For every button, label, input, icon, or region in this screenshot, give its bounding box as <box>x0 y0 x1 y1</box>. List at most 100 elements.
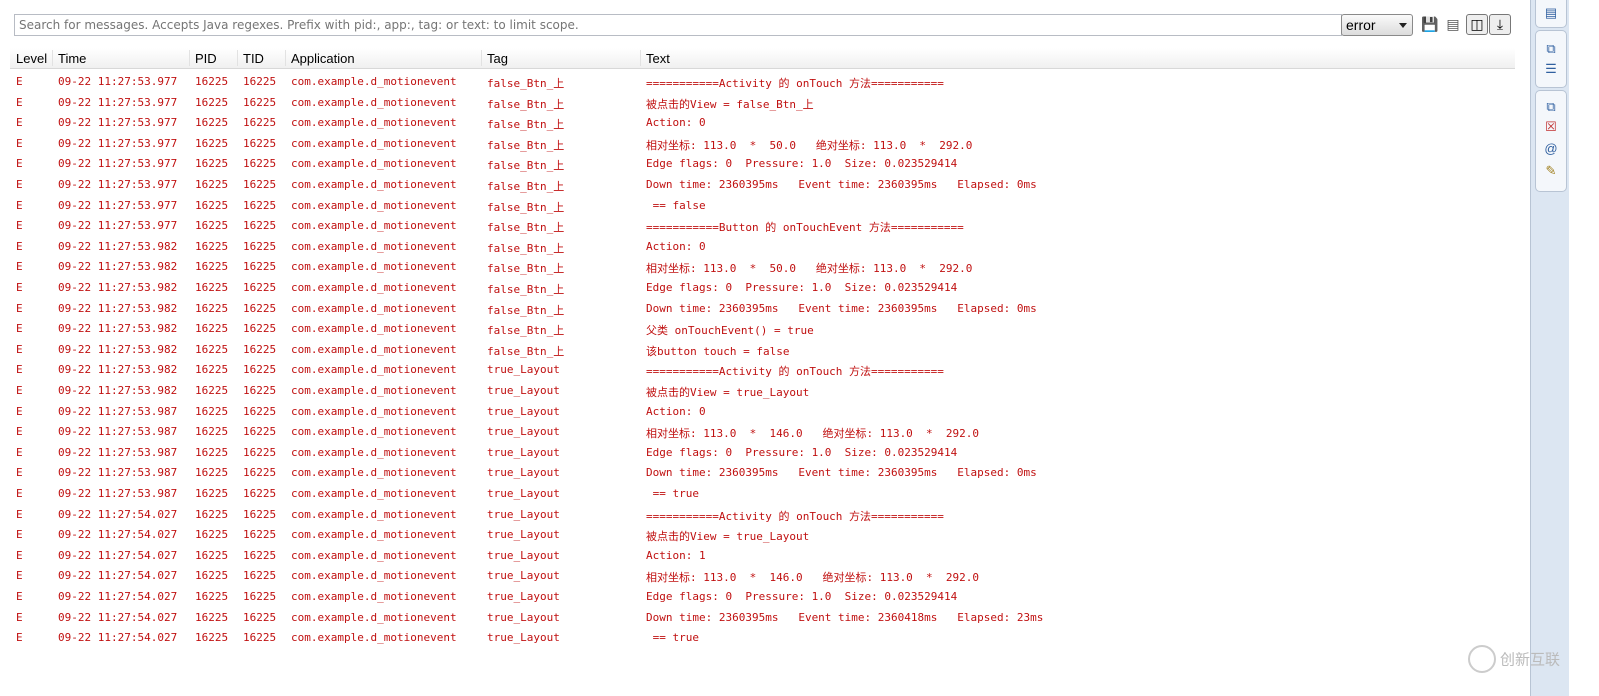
table-row[interactable]: E 09-22 11:27:54.027 16225 16225 com.example… <box>10 607 1515 627</box>
log-tid: 16225 <box>243 466 277 480</box>
log-pid: 16225 <box>195 384 229 397</box>
log-level: E <box>16 281 23 294</box>
log-time: 09-22 11:27:53.977 <box>58 198 178 212</box>
table-row[interactable]: E 09-22 11:27:53.982 16225 16225 com.example… <box>10 318 1515 338</box>
table-row[interactable]: E 09-22 11:27:53.987 16225 16225 com.example… <box>10 421 1515 441</box>
column-tag[interactable]: Tag <box>487 51 508 66</box>
toggle-panel-icon[interactable]: ◫ <box>1466 14 1488 35</box>
log-text: Action: 0 <box>646 239 706 253</box>
table-row[interactable]: E 09-22 11:27:54.027 16225 16225 com.example… <box>10 524 1515 544</box>
log-text: Action: 0 <box>646 116 706 130</box>
log-text: Edge flags: 0 Pressure: 1.0 Size: 0.0235… <box>646 590 958 603</box>
log-application: com.example.d_motionevent <box>291 425 457 439</box>
table-row[interactable]: E 09-22 11:27:53.977 16225 16225 com.example… <box>10 71 1515 91</box>
table-row[interactable]: E 09-22 11:27:53.977 16225 16225 com.example… <box>10 195 1515 215</box>
clear-log-icon[interactable]: ▤ <box>1444 15 1462 33</box>
log-text: ===========Activity 的 onTouch 方法========… <box>646 77 944 90</box>
javadoc-icon[interactable]: @ <box>1536 141 1566 156</box>
table-row[interactable]: E 09-22 11:27:54.027 16225 16225 com.example… <box>10 545 1515 565</box>
column-time[interactable]: Time <box>58 51 86 66</box>
log-time: 09-22 11:27:54.027 <box>58 507 178 521</box>
log-text: Edge flags: 0 Pressure: 1.0 Size: 0.0235… <box>646 157 958 171</box>
log-tag: false_Btn_上 <box>487 324 565 338</box>
log-application: com.example.d_motionevent <box>291 260 457 274</box>
watermark-logo: 创新互联 <box>1468 645 1578 681</box>
log-time: 09-22 11:27:53.982 <box>58 281 178 294</box>
table-row[interactable]: E 09-22 11:27:53.982 16225 16225 com.example… <box>10 359 1515 379</box>
log-pid: 16225 <box>195 548 229 562</box>
log-tag: true_Layout <box>487 445 560 459</box>
log-application: com.example.d_motionevent <box>291 384 457 397</box>
log-text: Action: 1 <box>646 548 706 562</box>
log-application: com.example.d_motionevent <box>291 548 457 562</box>
log-text: 被点击的View = true_Layout <box>646 530 810 544</box>
table-row[interactable]: E 09-22 11:27:54.027 16225 16225 com.example… <box>10 504 1515 524</box>
problems-icon[interactable]: ☒ <box>1536 119 1566 135</box>
save-icon[interactable]: 💾 <box>1421 15 1439 33</box>
table-row[interactable]: E 09-22 11:27:53.977 16225 16225 com.example… <box>10 174 1515 194</box>
column-tid[interactable]: TID <box>243 51 264 66</box>
log-application: com.example.d_motionevent <box>291 631 457 645</box>
log-tid: 16225 <box>243 342 277 356</box>
table-row[interactable]: E 09-22 11:27:53.977 16225 16225 com.example… <box>10 133 1515 153</box>
table-row[interactable]: E 09-22 11:27:53.977 16225 16225 com.example… <box>10 153 1515 173</box>
document-icon[interactable]: ▤ <box>1536 5 1566 21</box>
column-application[interactable]: Application <box>291 51 355 66</box>
log-time: 09-22 11:27:54.027 <box>58 610 178 624</box>
table-row[interactable]: E 09-22 11:27:54.027 16225 16225 com.example… <box>10 565 1515 585</box>
search-input[interactable] <box>14 14 1342 36</box>
log-tag: true_Layout <box>487 548 560 562</box>
column-level[interactable]: Level <box>16 51 47 66</box>
log-level: E <box>16 548 23 562</box>
table-row[interactable]: E 09-22 11:27:53.977 16225 16225 com.example… <box>10 92 1515 112</box>
table-row[interactable]: E 09-22 11:27:53.987 16225 16225 com.example… <box>10 483 1515 503</box>
log-tid: 16225 <box>243 301 277 315</box>
log-application: com.example.d_motionevent <box>291 610 457 624</box>
table-row[interactable]: E 09-22 11:27:53.982 16225 16225 com.example… <box>10 277 1515 297</box>
log-pid: 16225 <box>195 466 229 480</box>
log-pid: 16225 <box>195 260 229 274</box>
table-row[interactable]: E 09-22 11:27:53.977 16225 16225 com.example… <box>10 112 1515 132</box>
table-row[interactable]: E 09-22 11:27:53.987 16225 16225 com.example… <box>10 462 1515 482</box>
log-pid: 16225 <box>195 445 229 459</box>
log-tag: false_Btn_上 <box>487 200 565 214</box>
log-level: E <box>16 569 23 583</box>
table-row[interactable]: E 09-22 11:27:53.982 16225 16225 com.example… <box>10 298 1515 318</box>
column-pid[interactable]: PID <box>195 51 217 66</box>
log-text: ===========Activity 的 onTouch 方法========… <box>646 365 944 379</box>
declaration-icon[interactable]: ✎ <box>1536 163 1566 179</box>
log-text: 被点击的View = false_Btn_上 <box>646 97 814 111</box>
log-tag: false_Btn_上 <box>487 283 565 296</box>
table-row[interactable]: E 09-22 11:27:53.982 16225 16225 com.example… <box>10 339 1515 359</box>
log-level-select[interactable]: error <box>1341 14 1413 36</box>
scroll-lock-icon[interactable]: ⤓ <box>1489 14 1511 35</box>
table-row[interactable]: E 09-22 11:27:53.977 16225 16225 com.example… <box>10 215 1515 235</box>
log-tag: true_Layout <box>487 425 560 439</box>
log-pid: 16225 <box>195 219 229 233</box>
log-tid: 16225 <box>243 239 277 253</box>
log-level: E <box>16 466 23 480</box>
table-row[interactable]: E 09-22 11:27:53.987 16225 16225 com.example… <box>10 442 1515 462</box>
restore-icon[interactable]: ⧉ <box>1536 41 1566 57</box>
log-text: == true <box>646 487 699 500</box>
log-tag: false_Btn_上 <box>487 262 565 276</box>
log-level: E <box>16 507 23 521</box>
table-row[interactable]: E 09-22 11:27:53.987 16225 16225 com.example… <box>10 401 1515 421</box>
restore-icon[interactable]: ⧉ <box>1536 99 1566 115</box>
log-pid: 16225 <box>195 136 229 150</box>
table-row[interactable]: E 09-22 11:27:54.027 16225 16225 com.example… <box>10 627 1515 647</box>
table-row[interactable]: E 09-22 11:27:53.982 16225 16225 com.example… <box>10 380 1515 400</box>
log-tid: 16225 <box>243 116 277 130</box>
log-time: 09-22 11:27:53.987 <box>58 425 178 439</box>
table-header: Level Time PID TID Application Tag Text <box>10 48 1515 69</box>
table-row[interactable]: E 09-22 11:27:53.982 16225 16225 com.example… <box>10 236 1515 256</box>
table-row[interactable]: E 09-22 11:27:53.982 16225 16225 com.example… <box>10 256 1515 276</box>
outline-icon[interactable]: ☰ <box>1536 61 1566 77</box>
log-level: E <box>16 631 23 645</box>
log-pid: 16225 <box>195 404 229 418</box>
table-row[interactable]: E 09-22 11:27:54.027 16225 16225 com.example… <box>10 586 1515 606</box>
log-application: com.example.d_motionevent <box>291 95 457 109</box>
log-text: 相对坐标: 113.0 * 50.0 绝对坐标: 113.0 * 292.0 <box>646 138 973 152</box>
column-text[interactable]: Text <box>646 51 670 66</box>
chevron-down-icon <box>1399 23 1407 28</box>
